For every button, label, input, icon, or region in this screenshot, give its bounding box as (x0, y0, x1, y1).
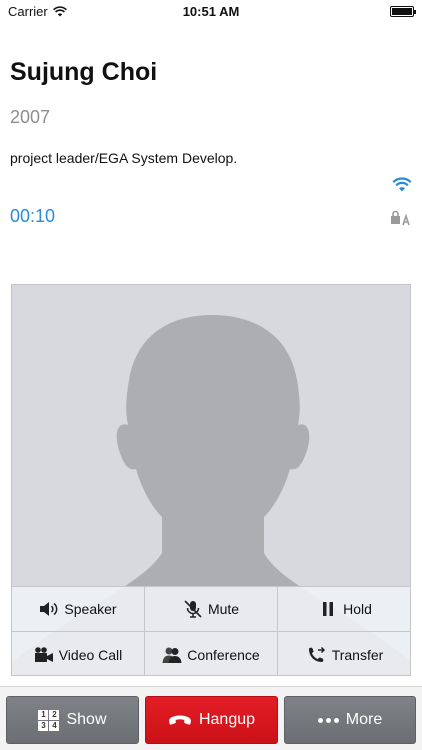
status-bar: Carrier 10:51 AM (0, 0, 422, 22)
conference-icon (162, 647, 182, 663)
keypad-digit: 4 (49, 720, 60, 731)
video-call-label: Video Call (58, 646, 123, 663)
keypad-icon: 1 2 3 4 (38, 709, 60, 731)
speaker-button[interactable]: Speaker (12, 586, 145, 631)
mic-off-icon (184, 600, 202, 618)
call-controls: Speaker Mute Hold Video Call Conference … (12, 586, 410, 675)
call-timer: 00:10 (10, 206, 56, 226)
avatar-panel: Speaker Mute Hold Video Call Conference … (11, 284, 411, 676)
transfer-button[interactable]: Transfer (278, 631, 410, 675)
show-label: Show (66, 711, 107, 728)
status-time: 10:51 AM (182, 4, 240, 19)
lock-icon (391, 210, 410, 226)
hold-button[interactable]: Hold (278, 586, 410, 631)
bottom-bar: 1 2 3 4 Show Hangup More (0, 686, 422, 750)
more-label: More (345, 711, 383, 728)
transfer-label: Transfer (331, 646, 384, 663)
conference-label: Conference (187, 646, 260, 663)
conference-button[interactable]: Conference (145, 631, 278, 675)
caller-extension: 2007 (10, 107, 51, 127)
wifi-icon (392, 177, 412, 192)
video-camera-icon (34, 646, 53, 662)
caller-title: project leader/EGA System Develop. (10, 150, 238, 166)
mute-label: Mute (207, 601, 240, 617)
mute-button[interactable]: Mute (145, 586, 278, 631)
more-button[interactable]: More (284, 696, 416, 744)
transfer-icon (308, 646, 325, 662)
show-keypad-button[interactable]: 1 2 3 4 Show (6, 696, 139, 744)
keypad-digit: 1 (38, 709, 49, 720)
pause-icon (323, 602, 334, 616)
speaker-icon (40, 602, 58, 616)
hangup-label: Hangup (198, 711, 256, 728)
speaker-label: Speaker (64, 601, 117, 617)
hangup-button[interactable]: Hangup (145, 696, 278, 744)
keypad-digit: 3 (38, 720, 49, 731)
caller-name: Sujung Choi (10, 58, 158, 86)
hold-label: Hold (343, 601, 372, 617)
battery-icon (390, 6, 416, 17)
keypad-digit: 2 (49, 709, 60, 720)
hangup-phone-icon (168, 715, 191, 725)
video-call-button[interactable]: Video Call (12, 631, 145, 675)
more-dots-icon (317, 717, 339, 723)
